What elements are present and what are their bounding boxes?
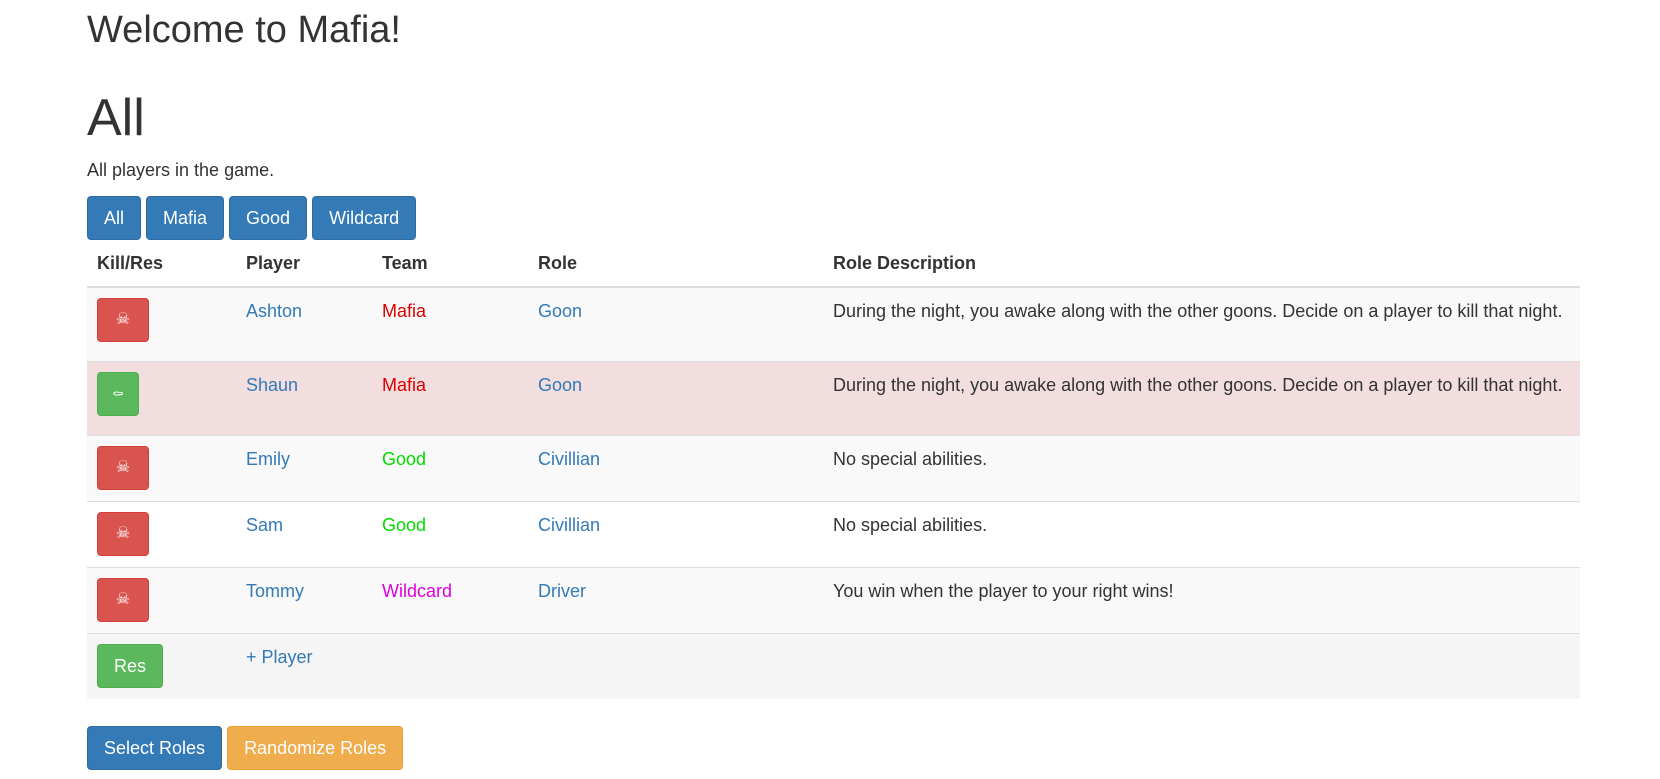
table-row: ☠ Sam Good Civillian No special abilities. [87,500,1580,567]
team-label: Mafia [382,374,427,395]
tombstone-icon: ⚰ [112,385,124,402]
header-kill-res: Kill/Res [87,240,236,288]
role-link[interactable]: Civillian [538,449,600,469]
player-name-link[interactable]: Ashton [246,301,302,321]
skull-crossbones-icon: ☠ [115,524,131,542]
kill-button[interactable]: ☠ [97,577,149,622]
filter-mafia-button[interactable]: Mafia [146,196,225,240]
skull-crossbones-icon: ☠ [115,590,131,608]
header-role: Role [528,240,823,288]
table-row: ☠ Emily Good Civillian No special abilities. [87,434,1580,501]
role-link[interactable]: Civillian [538,515,600,535]
kill-button[interactable]: ☠ [97,511,149,556]
players-table: Kill/Res Player Team Role Role Descripti… [87,240,1580,699]
table-row: ☠ Tommy Wildcard Driver You win when the pla… [87,566,1580,633]
filter-wildcard-button[interactable]: Wildcard [312,196,417,240]
role-description: During the night, you awake along with t… [833,374,1563,395]
header-role-description: Role Description [823,240,1580,288]
section-title: All [87,89,145,147]
team-label: Good [382,448,427,469]
table-row: ☠ Ashton Mafia Goon During the night, you aw… [87,286,1580,361]
role-description: During the night, you awake along with t… [833,301,1563,321]
role-description: No special abilities. [833,448,988,469]
role-link[interactable]: Goon [538,301,582,321]
app-title: Welcome to Mafia! [87,9,401,51]
add-player-link[interactable]: + Player [246,647,313,667]
player-name-link[interactable]: Emily [246,449,290,469]
role-actions: Select Roles Randomize Roles [87,726,404,770]
role-link[interactable]: Driver [538,581,586,601]
kill-button[interactable]: ☠ [97,298,149,342]
add-player-row: Res + Player [87,632,1580,699]
kill-button[interactable]: ☠ [97,445,149,490]
role-link[interactable]: Goon [538,375,582,395]
team-label: Mafia [382,301,427,321]
res-button[interactable]: ⚰ [97,371,139,416]
team-label: Wildcard [382,580,453,601]
section-description: All players in the game. [87,160,275,180]
role-description: No special abilities. [833,514,988,535]
skull-crossbones-icon: ☠ [115,311,131,328]
randomize-roles-button[interactable]: Randomize Roles [227,726,404,770]
filter-all-button[interactable]: All [87,196,142,240]
filter-good-button[interactable]: Good [229,196,308,240]
table-header-row: Kill/Res Player Team Role Role Descripti… [87,240,1580,288]
header-player: Player [236,240,372,288]
team-filter-group: All Mafia Good Wildcard [87,196,417,240]
players-table-body: ☠ Ashton Mafia Goon During the night, you aw… [87,286,1580,633]
header-team: Team [372,240,528,288]
skull-crossbones-icon: ☠ [115,458,131,476]
role-description: You win when the player to your right wi… [833,580,1174,601]
select-roles-button[interactable]: Select Roles [87,726,223,770]
res-button[interactable]: Res [97,643,164,688]
player-name-link[interactable]: Tommy [246,581,304,601]
team-label: Good [382,514,427,535]
player-name-link[interactable]: Sam [246,515,283,535]
player-name-link[interactable]: Shaun [246,375,298,395]
table-row: ⚰ Shaun Mafia Goon During the night, you awa… [87,360,1580,435]
